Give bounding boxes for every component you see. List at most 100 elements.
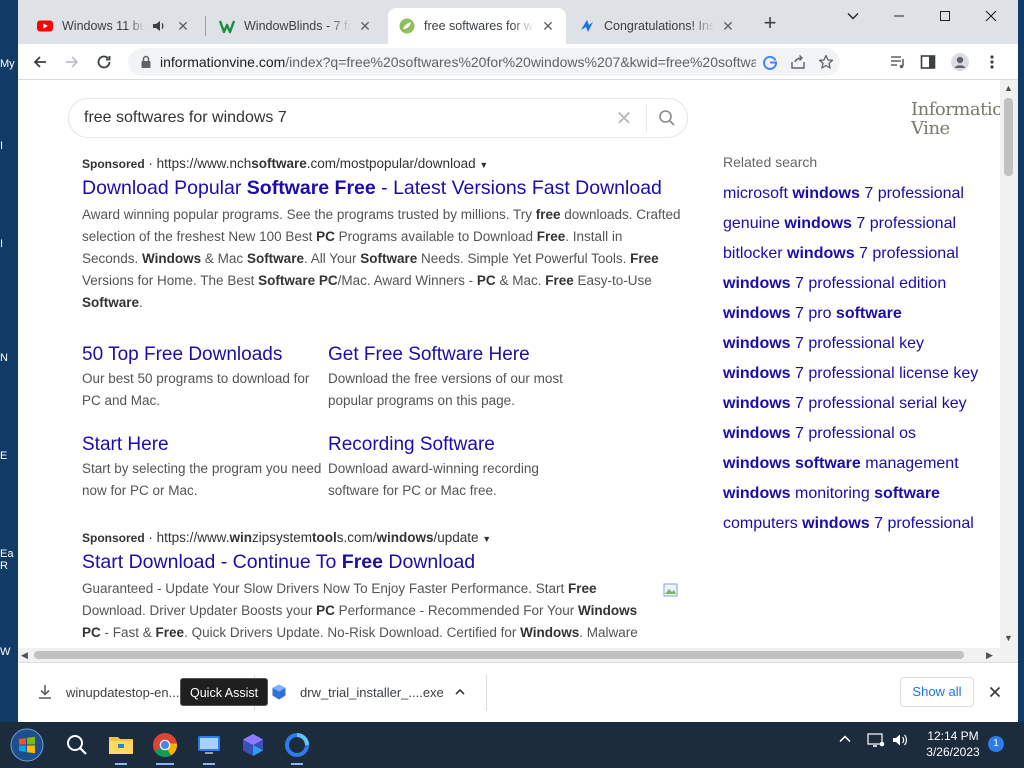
sitelink[interactable]: Recording Software Download award-winnin… (328, 434, 568, 502)
close-window-button[interactable] (968, 0, 1014, 32)
back-button[interactable] (26, 48, 54, 76)
tab-youtube[interactable]: Windows 11 but I ✕ (26, 8, 201, 44)
show-hidden-icons-button[interactable] (836, 732, 854, 746)
start-button[interactable] (8, 728, 46, 762)
tab-congratulations[interactable]: Congratulations! Insta ✕ (568, 8, 746, 44)
related-search-link[interactable]: bitlocker windows 7 professional (723, 244, 993, 274)
dropdown-arrow-icon[interactable]: ▼ (479, 160, 488, 170)
taskbar-search-button[interactable] (60, 728, 94, 762)
ad-url-part: s.com/ (336, 530, 377, 545)
sponsored-result: Sponsored · https://www.winzipsystemtool… (82, 530, 682, 644)
related-search-link[interactable]: windows 7 professional os (723, 424, 993, 454)
ad-headline-link[interactable]: Start Download - Continue To Free Downlo… (82, 551, 682, 574)
menu-button[interactable] (978, 48, 1006, 76)
sitelink[interactable]: Start Here Start by selecting the progra… (82, 434, 322, 502)
reload-icon (97, 55, 111, 69)
related-search-text: windows (723, 335, 791, 352)
download-options-button[interactable] (454, 677, 472, 707)
forward-button[interactable] (58, 48, 86, 76)
address-bar[interactable]: informationvine.com/index?q=free%20softw… (128, 48, 840, 76)
sitelink-title[interactable]: 50 Top Free Downloads (82, 344, 322, 366)
download-item[interactable]: winupdatestop-en... (36, 677, 186, 707)
ad-url-line[interactable]: Sponsored · https://www.winzipsystemtool… (82, 530, 682, 545)
side-panel-icon (920, 55, 936, 69)
scroll-left-icon[interactable]: ◀ (21, 650, 28, 660)
desktop-icon-label[interactable]: I (0, 238, 18, 250)
ad-url-line[interactable]: Sponsored · https://www.nchsoftware.com/… (82, 156, 682, 171)
related-search-link[interactable]: windows 7 professional key (723, 334, 993, 364)
taskbar-app-power-automate[interactable] (236, 728, 270, 762)
search-input[interactable]: free softwares for windows 7 (84, 109, 612, 127)
lock-icon[interactable] (140, 55, 152, 69)
close-tab-icon[interactable]: ✕ (357, 18, 373, 34)
related-search-link[interactable]: genuine windows 7 professional (723, 214, 993, 244)
ad-headline-link[interactable]: Download Popular Software Free - Latest … (82, 177, 682, 200)
related-search-link[interactable]: computers windows 7 professional (723, 514, 993, 544)
desktop-icon-label[interactable]: N (0, 352, 18, 364)
taskbar-quick-assist[interactable] (192, 728, 226, 765)
scroll-down-icon[interactable]: ▼ (1004, 633, 1013, 643)
chevron-up-icon (455, 688, 465, 695)
related-search-link[interactable]: windows 7 pro software (723, 304, 993, 334)
ad-url-part: software (251, 156, 307, 171)
vertical-scrollbar[interactable]: ▲ ▼ (1000, 80, 1018, 648)
show-all-downloads-button[interactable]: Show all (900, 677, 974, 707)
related-search-link[interactable]: microsoft windows 7 professional (723, 184, 993, 214)
tab-informationvine[interactable]: free softwares for win ✕ (388, 8, 566, 44)
side-panel-button[interactable] (914, 48, 942, 76)
horizontal-scrollbar[interactable]: ◀ ▶ (18, 648, 1018, 662)
sitelink[interactable]: Get Free Software Here Download the free… (328, 344, 568, 412)
scrollbar-thumb[interactable] (34, 651, 964, 659)
related-search-link[interactable]: windows software management (723, 454, 993, 484)
volume-control[interactable] (890, 732, 910, 748)
taskbar-app-ring[interactable] (280, 728, 314, 765)
scrollbar-thumb[interactable] (1004, 98, 1013, 176)
download-item[interactable]: drw_trial_installer_....exe (270, 677, 475, 707)
search-box[interactable]: free softwares for windows 7 ✕ (68, 98, 688, 138)
related-search-link[interactable]: windows 7 professional edition (723, 274, 993, 304)
google-lens-icon[interactable] (756, 48, 784, 76)
related-search-link[interactable]: windows 7 professional license key (723, 364, 993, 394)
related-search-link[interactable]: windows monitoring software (723, 484, 993, 514)
desktop-icon-label[interactable]: I (0, 140, 18, 152)
clear-search-icon[interactable]: ✕ (612, 106, 636, 131)
system-clock[interactable]: 12:14 PM 3/26/2023 (918, 728, 988, 760)
tab-windowblinds[interactable]: WindowBlinds - 7 for ✕ (208, 8, 383, 44)
desktop-icon-label[interactable]: E (0, 450, 18, 462)
taskbar-file-explorer[interactable] (104, 728, 138, 765)
ad-description-text: Free (630, 251, 659, 266)
informationvine-icon (398, 17, 416, 35)
tab-search-button[interactable] (830, 0, 876, 32)
network-status[interactable] (866, 732, 886, 748)
desktop-icon-label[interactable]: My (0, 58, 18, 70)
scroll-up-icon[interactable]: ▲ (1004, 83, 1013, 93)
informationvine-logo[interactable]: Information Vine (911, 100, 1000, 138)
sitelink-title[interactable]: Recording Software (328, 434, 568, 456)
minimize-button[interactable] (876, 0, 922, 32)
scroll-right-icon[interactable]: ▶ (986, 650, 993, 660)
notification-badge[interactable]: 1 (988, 736, 1004, 752)
close-tab-icon[interactable]: ✕ (540, 18, 556, 34)
profile-button[interactable] (946, 48, 974, 76)
ad-description-text: PC (316, 603, 335, 618)
sitelink[interactable]: 50 Top Free Downloads Our best 50 progra… (82, 344, 322, 412)
sitelink-title[interactable]: Start Here (82, 434, 322, 456)
taskbar-chrome[interactable] (148, 728, 182, 765)
share-icon[interactable] (784, 48, 812, 76)
close-tab-icon[interactable]: ✕ (175, 18, 191, 34)
speaker-icon[interactable] (151, 18, 169, 34)
sitelink-title[interactable]: Get Free Software Here (328, 344, 568, 366)
dropdown-arrow-icon[interactable]: ▼ (482, 534, 491, 544)
bookmark-star-icon[interactable] (812, 48, 840, 76)
related-search-text: windows (787, 245, 855, 262)
related-search-link[interactable]: windows 7 professional serial key (723, 394, 993, 424)
media-controls-button[interactable] (884, 48, 912, 76)
close-downloads-bar-button[interactable] (984, 681, 1006, 703)
desktop-icon-label[interactable]: Ea R (0, 548, 18, 572)
close-tab-icon[interactable]: ✕ (720, 18, 736, 34)
reload-button[interactable] (90, 48, 118, 76)
maximize-button[interactable] (922, 0, 968, 32)
new-tab-button[interactable]: + (758, 12, 782, 36)
search-button[interactable] (647, 109, 687, 127)
desktop-icon-label[interactable]: W (0, 646, 18, 658)
